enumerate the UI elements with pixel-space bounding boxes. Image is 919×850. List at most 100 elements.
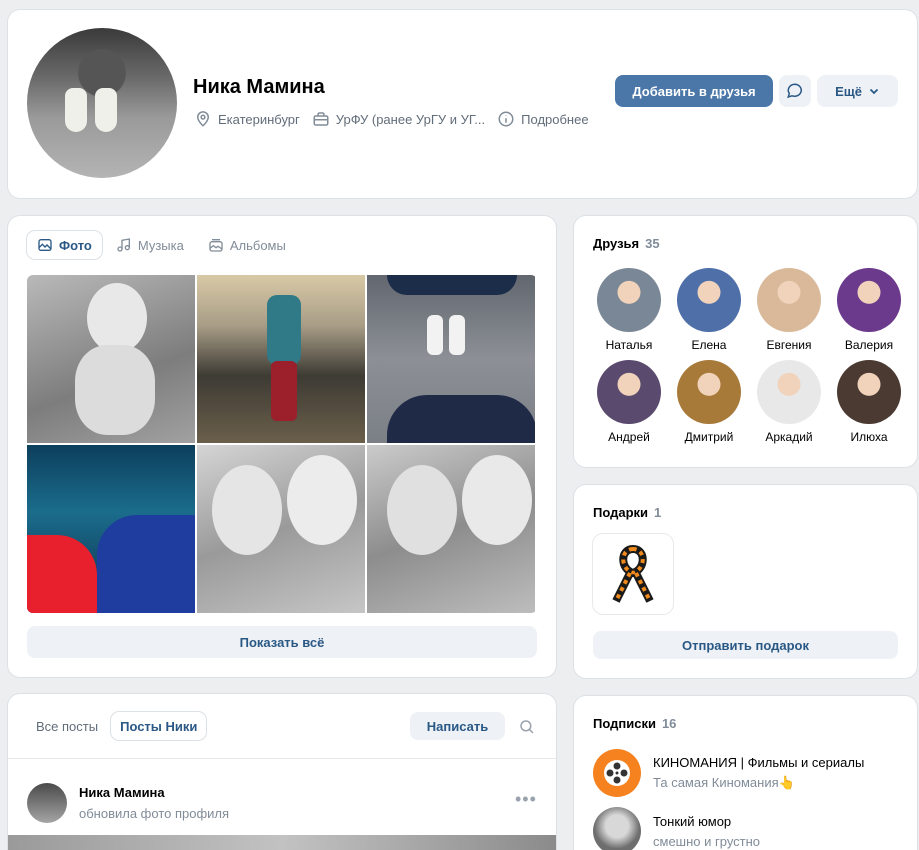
subscriptions-header[interactable]: Подписки 16: [593, 716, 676, 731]
profile-city[interactable]: Екатеринбург: [194, 110, 300, 128]
wall-tabs: Все посты Посты Ники: [27, 712, 206, 740]
friend-item[interactable]: Андрей: [589, 360, 669, 444]
details-label: Подробнее: [521, 111, 589, 127]
wall-card: Все посты Посты Ники Написать Ника Мамин…: [8, 694, 556, 850]
photo-4-blue-legs: [97, 515, 195, 613]
avatar-shoe-right: [95, 88, 117, 132]
friend-item[interactable]: Наталья: [589, 268, 669, 352]
subscriptions-title: Подписки: [593, 716, 656, 731]
friend-name: Илюха: [850, 430, 888, 444]
photo-thumb-1[interactable]: [27, 275, 195, 443]
more-label: Ещё: [835, 83, 862, 99]
photo-3-shoe-2: [449, 315, 465, 355]
friend-avatar: [757, 268, 821, 332]
tab-photos[interactable]: Фото: [27, 231, 102, 259]
friend-item[interactable]: Дмитрий: [669, 360, 749, 444]
photo-thumb-3[interactable]: [367, 275, 535, 443]
tab-albums-label: Альбомы: [229, 237, 286, 253]
subscription-item-kinomania[interactable]: КИНОМАНИЯ | Фильмы и сериалы Та самая Ки…: [593, 749, 864, 797]
friends-grid: Наталья Елена Евгения Валерия Андрей Дмитрий А…: [589, 268, 909, 444]
friends-title: Друзья: [593, 236, 640, 251]
photo-4-red-legs: [27, 535, 97, 613]
friend-avatar: [837, 360, 901, 424]
post-menu-icon[interactable]: •••: [515, 790, 537, 808]
gifts-header[interactable]: Подарки 1: [593, 505, 661, 520]
photo-thumb-5[interactable]: [197, 445, 365, 613]
city-label: Екатеринбург: [218, 111, 300, 127]
friend-item[interactable]: Валерия: [829, 268, 909, 352]
education-icon: [313, 112, 329, 126]
message-button[interactable]: [779, 75, 811, 107]
friend-name: Евгения: [766, 338, 812, 352]
friend-name: Дмитрий: [684, 430, 734, 444]
gifts-title: Подарки: [593, 505, 649, 520]
avatar-shoe-left: [65, 88, 87, 132]
photo-6-face-1: [387, 465, 457, 555]
friend-name: Андрей: [608, 430, 650, 444]
write-post-button[interactable]: Написать: [410, 712, 505, 740]
photo-thumb-4[interactable]: [27, 445, 195, 613]
add-friend-button[interactable]: Добавить в друзья: [615, 75, 773, 107]
location-pin-icon: [196, 111, 210, 127]
media-card: Фото Музыка Альбомы Показать всё: [8, 216, 556, 677]
tab-all-posts[interactable]: Все посты: [27, 712, 107, 740]
post-image[interactable]: [8, 835, 556, 850]
search-icon[interactable]: [518, 718, 536, 736]
profile-details-link[interactable]: Подробнее: [497, 110, 589, 128]
post-author-name[interactable]: Ника Мамина: [79, 785, 165, 800]
message-icon: [787, 83, 803, 99]
profile-meta: Екатеринбург УрФУ (ранее УрГУ и УГ... По…: [194, 110, 589, 128]
subscription-title: Тонкий юмор: [653, 813, 732, 829]
post-action-text: обновила фото профиля: [79, 806, 230, 821]
friends-header[interactable]: Друзья 35: [593, 236, 660, 251]
profile-university[interactable]: УрФУ (ранее УрГУ и УГ...: [312, 110, 485, 128]
friend-avatar: [597, 268, 661, 332]
friend-item[interactable]: Аркадий: [749, 360, 829, 444]
wall-divider: [8, 758, 556, 759]
tab-albums[interactable]: Альбомы: [198, 231, 296, 259]
media-tabs: Фото Музыка Альбомы: [27, 231, 296, 259]
photo-1-body: [75, 345, 155, 435]
tab-photos-label: Фото: [59, 237, 92, 253]
photo-1-face: [87, 283, 147, 353]
photo-6-face-2: [462, 455, 532, 545]
photo-5-face-1: [212, 465, 282, 555]
friend-avatar: [837, 268, 901, 332]
photo-3-shoe-1: [427, 315, 443, 355]
photo-thumb-2[interactable]: [197, 275, 365, 443]
friend-name: Наталья: [605, 338, 653, 352]
friend-avatar: [757, 360, 821, 424]
subscription-title: КИНОМАНИЯ | Фильмы и сериалы: [653, 755, 865, 770]
friend-avatar: [677, 268, 741, 332]
subscription-item-humor[interactable]: Тонкий юмор смешно и грустно: [593, 807, 760, 850]
photo-2-legs: [271, 361, 297, 421]
photo-2-figure: [267, 295, 301, 365]
chevron-down-icon: [869, 88, 879, 95]
friend-name: Елена: [691, 338, 727, 352]
gifts-count: 1: [654, 505, 662, 520]
tab-music[interactable]: Музыка: [106, 231, 194, 259]
gift-item[interactable]: [593, 534, 673, 614]
friend-item[interactable]: Елена: [669, 268, 749, 352]
tab-own-posts[interactable]: Посты Ники: [111, 712, 206, 740]
subscription-subtitle: Та самая Киномания👆: [653, 775, 795, 790]
more-button[interactable]: Ещё: [817, 75, 898, 107]
photo-3-jeans: [387, 395, 535, 443]
friends-count: 35: [645, 236, 660, 251]
friend-item[interactable]: Илюха: [829, 360, 909, 444]
profile-name: Ника Мамина: [193, 76, 325, 98]
friend-name: Валерия: [844, 338, 894, 352]
send-gift-button[interactable]: Отправить подарок: [593, 631, 898, 659]
tab-music-label: Музыка: [137, 237, 184, 253]
profile-header: Ника Мамина Екатеринбург УрФУ (ранее УрГ…: [8, 10, 917, 198]
show-all-button[interactable]: Показать всё: [27, 626, 537, 658]
profile-avatar[interactable]: [27, 28, 177, 178]
friend-avatar: [677, 360, 741, 424]
photo-thumb-6[interactable]: [367, 445, 535, 613]
post-author-avatar[interactable]: [27, 783, 67, 823]
info-icon: [498, 111, 514, 127]
photo-3-shorts: [387, 275, 517, 295]
friend-item[interactable]: Евгения: [749, 268, 829, 352]
friends-card: Друзья 35 Наталья Елена Евгения Валерия Андр…: [574, 216, 917, 467]
subscriptions-count: 16: [661, 716, 677, 731]
